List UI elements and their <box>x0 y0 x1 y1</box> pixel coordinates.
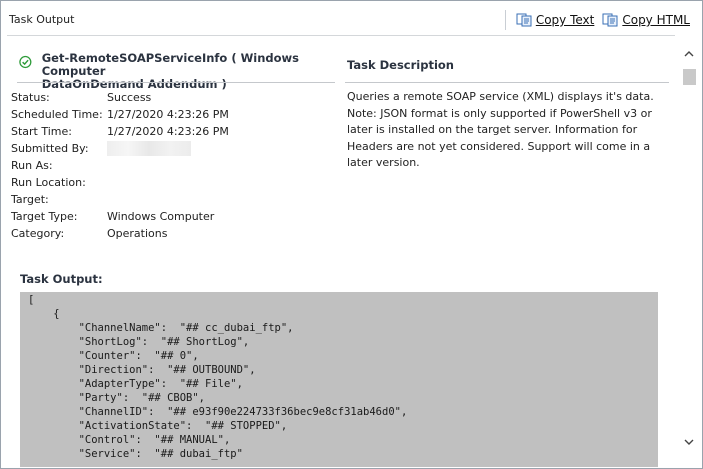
task-title: Get-RemoteSOAPServiceInfo ( Windows Comp… <box>42 52 337 91</box>
detail-key: Category: <box>11 227 65 240</box>
code-line: "Counter": "## 0", <box>28 350 199 362</box>
success-check-icon <box>19 55 32 69</box>
code-line: "Party": "## CBOB", <box>28 392 206 404</box>
detail-key: Status: <box>11 91 50 104</box>
vertical-scrollbar[interactable] <box>682 37 696 467</box>
detail-key: Target: <box>11 193 49 206</box>
detail-key: Start Time: <box>11 125 72 138</box>
summary-divider <box>17 82 335 83</box>
chevron-down-icon <box>684 439 694 445</box>
detail-row-status: Status: Success <box>11 89 229 106</box>
code-line: "AdapterType": "## File", <box>28 378 243 390</box>
toolbar: Copy Text Copy HTML <box>504 9 690 31</box>
detail-row-run-as: Run As: <box>11 157 229 174</box>
copy-html-label: Copy HTML <box>622 13 690 27</box>
chevron-up-icon <box>684 51 694 57</box>
detail-value: Operations <box>107 227 168 240</box>
detail-row-target: Target: <box>11 191 229 208</box>
detail-value: 1/27/2020 4:23:26 PM <box>107 125 229 138</box>
detail-key: Target Type: <box>11 210 78 223</box>
scroll-thumb[interactable] <box>683 69 696 85</box>
title-divider <box>7 35 675 36</box>
code-line: "Control": "## MANUAL", <box>28 434 231 446</box>
copy-html-button[interactable]: Copy HTML <box>602 13 690 27</box>
toolbar-separator <box>504 10 506 30</box>
task-details: Status: Success Scheduled Time: 1/27/202… <box>11 89 229 242</box>
detail-row-submitted-by: Submitted By: <box>11 140 229 157</box>
detail-key: Run As: <box>11 159 53 172</box>
task-description-heading: Task Description <box>347 58 454 72</box>
code-line: "Direction": "## OUTBOUND", <box>28 364 256 376</box>
task-output-content[interactable]: Get-RemoteSOAPServiceInfo ( Windows Comp… <box>7 37 675 467</box>
task-title-line1: Get-RemoteSOAPServiceInfo ( Windows Comp… <box>41 51 299 78</box>
code-line: "ActivationState": "## STOPPED", <box>28 420 288 432</box>
title-bar: Task Output Copy Text Copy HTML <box>1 1 702 35</box>
detail-key: Scheduled Time: <box>11 108 103 121</box>
detail-row-category: Category: Operations <box>11 225 229 242</box>
code-line: "ChannelName": "## cc_dubai_ftp", <box>28 322 294 334</box>
code-line: "ShortLog": "## ShortLog", <box>28 336 250 348</box>
code-line: "Service": "## dubai_ftp" <box>28 448 243 460</box>
task-output-code[interactable]: [ { "ChannelName": "## cc_dubai_ftp", "S… <box>20 292 658 467</box>
task-output-label: Task Output: <box>20 272 103 286</box>
task-title-row: Get-RemoteSOAPServiceInfo ( Windows Comp… <box>19 52 337 91</box>
copy-text-button[interactable]: Copy Text <box>516 13 595 27</box>
scroll-down-button[interactable] <box>682 435 696 449</box>
redacted-value <box>107 140 191 157</box>
detail-value: Windows Computer <box>107 210 215 223</box>
detail-row-start-time: Start Time: 1/27/2020 4:23:26 PM <box>11 123 229 140</box>
code-line: { <box>28 308 60 320</box>
task-description-text: Queries a remote SOAP service (XML) disp… <box>347 90 654 169</box>
detail-key: Submitted By: <box>11 142 89 155</box>
detail-row-scheduled-time: Scheduled Time: 1/27/2020 4:23:26 PM <box>11 106 229 123</box>
copy-text-icon <box>516 13 532 27</box>
copy-text-label: Copy Text <box>535 13 595 27</box>
scroll-up-button[interactable] <box>682 47 696 61</box>
code-line: [ <box>28 294 35 306</box>
code-line: "ChannelID": "## e93f90e224733f36bec9e8c… <box>28 406 408 418</box>
detail-row-run-location: Run Location: <box>11 174 229 191</box>
detail-value: 1/27/2020 4:23:26 PM <box>107 108 229 121</box>
description-divider <box>345 82 669 83</box>
detail-key: Run Location: <box>11 176 86 189</box>
window-title: Task Output <box>9 13 75 26</box>
task-output-window: Task Output Copy Text Copy HTML Get-Remo… <box>0 0 703 469</box>
detail-value: Success <box>107 91 152 104</box>
detail-row-target-type: Target Type: Windows Computer <box>11 208 229 225</box>
copy-html-icon <box>602 13 618 27</box>
